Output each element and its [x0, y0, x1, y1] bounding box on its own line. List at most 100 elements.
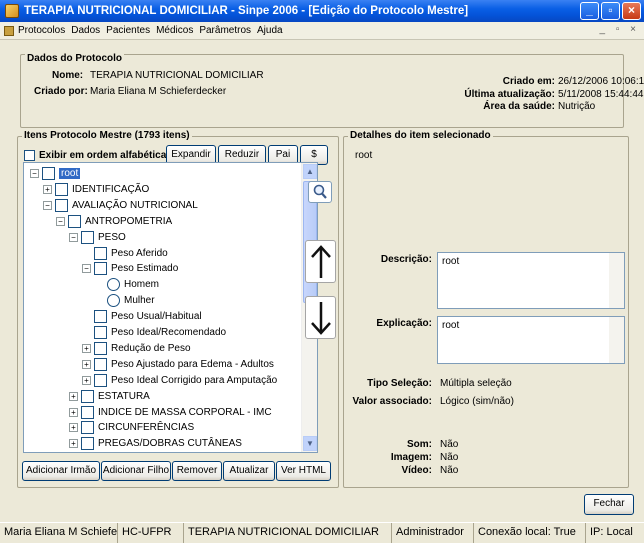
restore-button[interactable]: ▫ — [601, 2, 620, 20]
collapse-icon[interactable]: − — [82, 264, 91, 274]
tree-node[interactable]: + CIRCUNFERÊNCIAS — [69, 419, 194, 436]
video-label: Vídeo: — [401, 465, 432, 476]
tree-node[interactable]: Mulher — [107, 292, 155, 309]
som-label: Som: — [407, 439, 432, 450]
tree-node[interactable]: Peso Ideal/Recomendado — [94, 324, 226, 341]
remover-button[interactable]: Remover — [172, 461, 222, 481]
descricao-scrollbar[interactable] — [609, 253, 624, 308]
tree-node[interactable]: Homem — [107, 276, 159, 293]
area-saude-label: Área da saúde: — [483, 101, 555, 112]
explicacao-scrollbar[interactable] — [609, 317, 624, 363]
tree-node[interactable]: Peso Aferido — [94, 245, 168, 262]
tree-node-label: Peso Aferido — [111, 247, 168, 259]
scroll-up-arrow[interactable]: ▲ — [303, 164, 317, 179]
expand-icon[interactable]: + — [82, 343, 91, 353]
tree-node[interactable]: + ESTATURA — [69, 388, 150, 405]
tree-node-label: ESTATURA — [98, 390, 150, 402]
expand-icon[interactable]: + — [82, 375, 91, 385]
tree-checkbox[interactable] — [55, 198, 68, 212]
tree-radio[interactable] — [107, 294, 120, 308]
tree-node[interactable]: − PESO — [69, 229, 126, 246]
adicionar-filho-button[interactable]: Adicionar Filho — [101, 461, 171, 481]
tree-checkbox[interactable] — [81, 230, 94, 244]
descricao-label: Descrição: — [380, 254, 432, 265]
tree-node[interactable]: − Peso Estimado — [82, 260, 178, 277]
adicionar-irmao-button[interactable]: Adicionar Irmão — [22, 461, 100, 481]
collapse-icon[interactable]: − — [69, 232, 78, 242]
tree-node[interactable]: − ANTROPOMETRIA — [56, 213, 172, 230]
tree-checkbox[interactable] — [94, 262, 107, 276]
window-titlebar[interactable]: TERAPIA NUTRICIONAL DOMICILIAR - Sinpe 2… — [0, 0, 644, 22]
tree-node[interactable]: + INDICE DE MASSA CORPORAL - IMC — [69, 404, 272, 421]
tree-node[interactable]: + Peso Ideal Corrigido para Amputação — [82, 372, 277, 389]
close-button[interactable]: × — [622, 2, 641, 20]
tree-checkbox[interactable] — [81, 437, 94, 451]
menu-dados[interactable]: Dados — [71, 25, 100, 36]
expand-icon[interactable]: + — [69, 439, 78, 449]
scroll-down-arrow[interactable]: ▼ — [303, 436, 317, 451]
tree-checkbox[interactable] — [55, 182, 68, 196]
tree-node-label: Mulher — [124, 295, 155, 307]
minimize-button[interactable]: _ — [580, 2, 599, 20]
tree-node[interactable]: + IDENTIFICAÇÃO — [43, 181, 149, 198]
menu-ajuda[interactable]: Ajuda — [257, 25, 283, 36]
tree-node-label: PREGAS/DOBRAS CUTÂNEAS — [98, 438, 242, 450]
tree-checkbox[interactable] — [94, 246, 107, 260]
tree-checkbox[interactable] — [94, 357, 107, 371]
collapse-icon[interactable]: − — [43, 200, 52, 210]
tree-node[interactable]: + PREGAS/DOBRAS CUTÂNEAS — [69, 435, 242, 452]
tree-checkbox[interactable] — [81, 405, 94, 419]
menu-protocolos[interactable]: Protocolos — [18, 25, 65, 36]
expand-icon[interactable]: + — [69, 407, 78, 417]
tree-node-label: AVALIAÇÃO NUTRICIONAL — [72, 199, 198, 211]
menu-pacientes[interactable]: Pacientes — [106, 25, 150, 36]
tree-checkbox[interactable] — [94, 326, 107, 339]
tree-node-label: INDICE DE MASSA CORPORAL - IMC — [98, 406, 272, 418]
menu-parametros[interactable]: Parâmetros — [199, 25, 251, 36]
explicacao-field[interactable]: root — [437, 316, 625, 364]
status-protocol: TERAPIA NUTRICIONAL DOMICILIAR — [184, 523, 392, 543]
protocol-tree[interactable]: − root + IDENTIFICAÇÃO − AVALIAÇÃO NUTRICIONA… — [23, 162, 318, 453]
nome-value: TERAPIA NUTRICIONAL DOMICILIAR — [90, 70, 264, 81]
tree-radio[interactable] — [107, 278, 120, 292]
expand-icon[interactable]: + — [69, 423, 78, 433]
tree-checkbox[interactable] — [81, 389, 94, 403]
ver-html-button[interactable]: Ver HTML — [276, 461, 331, 481]
mdi-window-controls[interactable]: _ ▫ × — [599, 24, 640, 35]
tree-node[interactable]: − AVALIAÇÃO NUTRICIONAL — [43, 197, 198, 214]
expand-icon[interactable]: + — [82, 359, 91, 369]
move-down-button[interactable] — [305, 296, 336, 339]
tree-node-label: Peso Ajustado para Edema - Adultos — [111, 358, 274, 370]
criado-por-value: Maria Eliana M Schieferdecker — [90, 86, 227, 97]
criado-em-value: 26/12/2006 10:06:15 — [558, 76, 644, 87]
fechar-button[interactable]: Fechar — [584, 494, 634, 515]
move-up-button[interactable] — [305, 240, 336, 283]
collapse-icon[interactable]: − — [56, 216, 65, 226]
ordem-alfabetica-checkbox[interactable] — [24, 150, 35, 161]
tree-checkbox[interactable] — [94, 341, 107, 355]
tree-node[interactable]: Peso Usual/Habitual — [94, 308, 202, 325]
tree-node-label: root — [59, 168, 81, 179]
search-button[interactable] — [308, 181, 332, 203]
status-institution: HC-UFPR — [118, 523, 184, 543]
mdi-child-icon[interactable] — [4, 25, 14, 36]
tree-checkbox[interactable] — [42, 167, 55, 180]
tree-checkbox[interactable] — [94, 310, 107, 324]
tree-node-label: PESO — [98, 231, 126, 243]
tree-node[interactable]: − root — [30, 165, 81, 182]
collapse-icon[interactable]: − — [30, 169, 39, 178]
tree-node-label: Peso Usual/Habitual — [111, 311, 202, 323]
tipo-selecao-value: Múltipla seleção — [440, 378, 512, 389]
tree-node[interactable]: + Peso Ajustado para Edema - Adultos — [82, 356, 274, 373]
tree-checkbox[interactable] — [68, 214, 81, 228]
tree-checkbox[interactable] — [94, 373, 107, 387]
tree-node[interactable]: + Redução de Peso — [82, 340, 191, 357]
menu-medicos[interactable]: Médicos — [156, 25, 193, 36]
descricao-field[interactable]: root — [437, 252, 625, 309]
expand-icon[interactable]: + — [69, 391, 78, 401]
itens-protocolo-title: Itens Protocolo Mestre (1793 itens) — [22, 130, 192, 141]
atualizar-button[interactable]: Atualizar — [223, 461, 275, 481]
expand-icon[interactable]: + — [43, 184, 52, 194]
tree-checkbox[interactable] — [81, 421, 94, 435]
arrow-up-icon — [310, 245, 331, 278]
